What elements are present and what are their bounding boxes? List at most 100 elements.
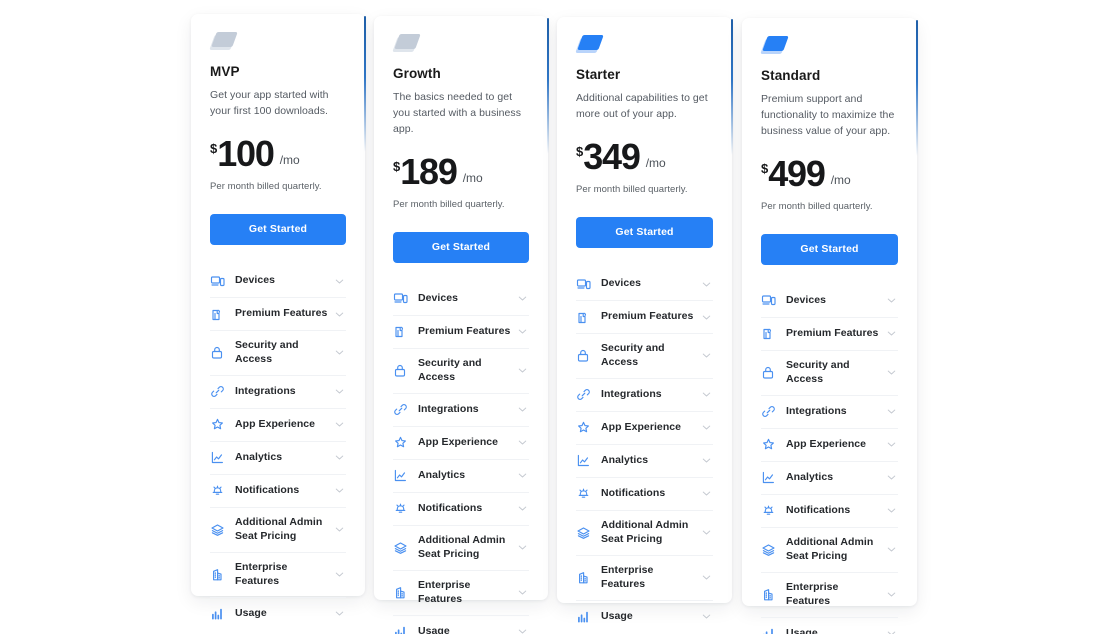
chevron-down-icon[interactable] (884, 368, 898, 377)
feature-row-integrations[interactable]: Integrations (393, 392, 529, 426)
chevron-down-icon[interactable] (332, 348, 346, 357)
chevron-down-icon[interactable] (332, 277, 346, 286)
chevron-down-icon[interactable] (699, 456, 713, 465)
premium-features-icon (210, 306, 228, 322)
feature-label: Usage (235, 606, 267, 619)
chevron-down-icon[interactable] (884, 329, 898, 338)
chevron-down-icon[interactable] (699, 280, 713, 289)
feature-label: App Experience (235, 417, 316, 430)
feature-row-enterprise-features[interactable]: Enterprise Features (210, 551, 346, 597)
chevron-down-icon[interactable] (699, 423, 713, 432)
feature-row-devices[interactable]: Devices (761, 285, 898, 317)
chevron-down-icon[interactable] (332, 420, 346, 429)
chevron-down-icon[interactable] (332, 570, 346, 579)
feature-row-devices[interactable]: Devices (210, 265, 346, 297)
chevron-down-icon[interactable] (884, 407, 898, 416)
feature-row-security-and-access[interactable]: Security and Access (393, 347, 529, 393)
feature-row-additional-admin-seat-pricing[interactable]: Additional Admin Seat Pricing (210, 506, 346, 552)
feature-row-security-and-access[interactable]: Security and Access (210, 330, 346, 375)
chevron-down-icon[interactable] (332, 453, 346, 462)
feature-label: Security and Access (601, 342, 665, 368)
feature-row-app-experience[interactable]: App Experience (761, 427, 898, 461)
feature-row-analytics[interactable]: Analytics (210, 440, 346, 474)
feature-row-app-experience[interactable]: App Experience (210, 407, 346, 441)
feature-row-enterprise-features[interactable]: Enterprise Features (576, 554, 713, 600)
feature-row-additional-admin-seat-pricing[interactable]: Additional Admin Seat Pricing (576, 509, 713, 555)
feature-row-usage[interactable]: Usage (393, 614, 529, 634)
feature-row-notifications[interactable]: Notifications (210, 473, 346, 507)
feature-row-app-experience[interactable]: App Experience (576, 410, 713, 444)
chevron-down-icon[interactable] (332, 609, 346, 618)
chevron-down-icon[interactable] (884, 296, 898, 305)
chevron-down-icon[interactable] (515, 438, 529, 447)
chevron-down-icon[interactable] (332, 310, 346, 319)
pricing-card-growth: Growth The basics needed to get you start… (374, 16, 549, 634)
feature-label: Notifications (418, 501, 483, 514)
chevron-down-icon[interactable] (515, 543, 529, 552)
feature-row-integrations[interactable]: Integrations (210, 374, 346, 408)
feature-row-security-and-access[interactable]: Security and Access (576, 333, 713, 378)
feature-row-notifications[interactable]: Notifications (393, 491, 529, 525)
chevron-down-icon[interactable] (699, 351, 713, 360)
feature-row-enterprise-features[interactable]: Enterprise Features (761, 571, 898, 617)
chevron-down-icon[interactable] (332, 525, 346, 534)
feature-row-premium-features[interactable]: Premium Features (393, 314, 529, 348)
chevron-down-icon[interactable] (515, 327, 529, 336)
card-body: MVP Get your app started with your first … (191, 14, 365, 634)
chevron-down-icon[interactable] (699, 489, 713, 498)
chevron-down-icon[interactable] (699, 612, 713, 621)
feature-label: Security and Access (786, 358, 850, 385)
feature-row-additional-admin-seat-pricing[interactable]: Additional Admin Seat Pricing (393, 524, 529, 570)
chevron-down-icon[interactable] (515, 405, 529, 414)
feature-row-premium-features[interactable]: Premium Features (210, 297, 346, 330)
chevron-down-icon[interactable] (515, 627, 529, 634)
chevron-down-icon[interactable] (699, 528, 713, 537)
get-started-button[interactable]: Get Started (576, 217, 713, 249)
feature-row-premium-features[interactable]: Premium Features (576, 300, 713, 333)
chevron-down-icon[interactable] (884, 629, 898, 634)
link-icon (210, 384, 228, 400)
building-icon (393, 585, 411, 601)
chevron-down-icon[interactable] (515, 471, 529, 480)
get-started-button[interactable]: Get Started (393, 231, 529, 263)
feature-row-analytics[interactable]: Analytics (393, 458, 529, 492)
feature-row-devices[interactable]: Devices (393, 283, 529, 315)
chevron-down-icon[interactable] (515, 588, 529, 597)
chevron-down-icon[interactable] (515, 294, 529, 303)
feature-row-analytics[interactable]: Analytics (576, 443, 713, 477)
feature-row-usage[interactable]: Usage (761, 616, 898, 634)
feature-row-notifications[interactable]: Notifications (761, 493, 898, 527)
chevron-down-icon[interactable] (699, 573, 713, 582)
premium-features-icon (576, 309, 594, 325)
get-started-button[interactable]: Get Started (210, 214, 346, 246)
feature-row-security-and-access[interactable]: Security and Access (761, 349, 898, 395)
feature-row-integrations[interactable]: Integrations (576, 377, 713, 411)
chevron-down-icon[interactable] (884, 440, 898, 449)
currency-symbol: $ (393, 158, 401, 174)
feature-row-usage[interactable]: Usage (210, 596, 346, 630)
chevron-down-icon[interactable] (884, 473, 898, 482)
price-amount: 349 (583, 135, 641, 177)
feature-row-notifications[interactable]: Notifications (576, 476, 713, 510)
chevron-down-icon[interactable] (515, 504, 529, 513)
feature-row-enterprise-features[interactable]: Enterprise Features (393, 569, 529, 615)
feature-row-analytics[interactable]: Analytics (761, 460, 898, 494)
feature-row-integrations[interactable]: Integrations (761, 394, 898, 428)
get-started-button[interactable]: Get Started (761, 233, 898, 265)
chevron-down-icon[interactable] (332, 387, 346, 396)
chevron-down-icon[interactable] (515, 366, 529, 375)
feature-row-devices[interactable]: Devices (576, 268, 713, 300)
feature-row-usage[interactable]: Usage (576, 599, 713, 633)
chevron-down-icon[interactable] (884, 590, 898, 599)
chevron-down-icon[interactable] (699, 313, 713, 322)
feature-row-additional-admin-seat-pricing[interactable]: Additional Admin Seat Pricing (761, 526, 898, 572)
chevron-down-icon[interactable] (332, 486, 346, 495)
feature-row-premium-features[interactable]: Premium Features (761, 316, 898, 350)
chevron-down-icon[interactable] (699, 390, 713, 399)
chevron-down-icon[interactable] (884, 545, 898, 554)
chevron-down-icon[interactable] (884, 506, 898, 515)
feature-label: Security and Access (418, 356, 482, 383)
bar-chart-icon (761, 626, 779, 634)
feature-row-app-experience[interactable]: App Experience (393, 425, 529, 459)
bar-chart-icon (210, 606, 228, 622)
